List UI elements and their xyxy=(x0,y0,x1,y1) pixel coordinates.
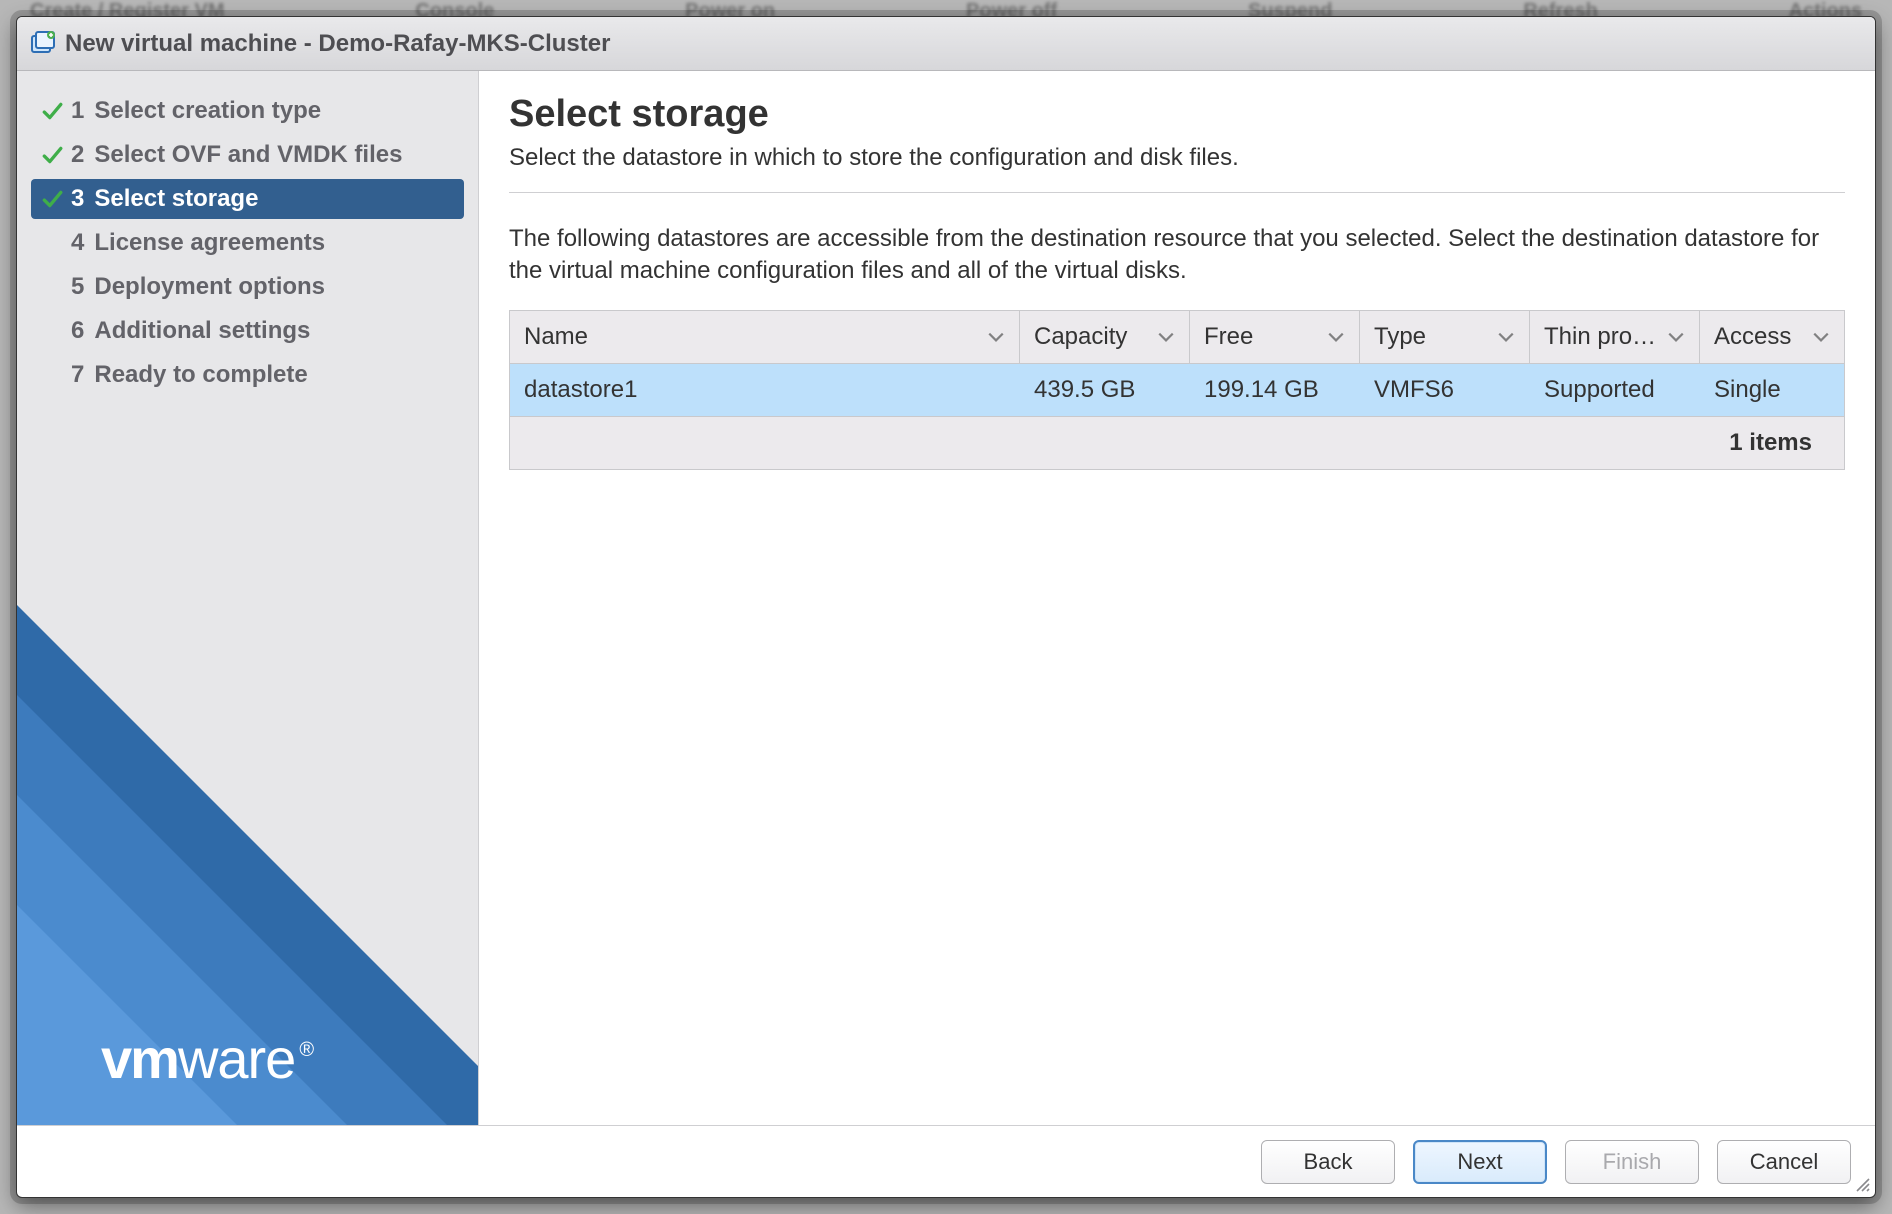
cell-thin: Supported xyxy=(1530,364,1700,416)
page-title: Select storage xyxy=(509,93,1845,136)
back-button[interactable]: Back xyxy=(1261,1140,1395,1184)
table-footer: 1 items xyxy=(510,417,1844,469)
cancel-button[interactable]: Cancel xyxy=(1717,1140,1851,1184)
column-header-access[interactable]: Access xyxy=(1700,311,1844,363)
wizard-content: Select storage Select the datastore in w… xyxy=(479,71,1875,1125)
wizard-step-2[interactable]: 2 Select OVF and VMDK files xyxy=(31,135,464,175)
step-number: 1 xyxy=(71,97,84,125)
step-label: Select OVF and VMDK files xyxy=(94,141,402,169)
cell-type: VMFS6 xyxy=(1360,364,1530,416)
finish-button: Finish xyxy=(1565,1140,1699,1184)
wizard-sidebar: 1 Select creation type 2 Select OVF and VMD… xyxy=(17,71,479,1125)
step-number: 5 xyxy=(71,273,84,301)
step-number: 4 xyxy=(71,229,84,257)
wizard-step-6[interactable]: 6 Additional settings xyxy=(31,311,464,351)
column-header-type[interactable]: Type xyxy=(1360,311,1530,363)
cell-capacity: 439.5 GB xyxy=(1020,364,1190,416)
step-label: Ready to complete xyxy=(94,361,307,389)
column-header-free[interactable]: Free xyxy=(1190,311,1360,363)
next-button[interactable]: Next xyxy=(1413,1140,1547,1184)
chevron-down-icon xyxy=(1667,328,1685,346)
wizard-step-1[interactable]: 1 Select creation type xyxy=(31,91,464,131)
cell-name: datastore1 xyxy=(510,364,1020,416)
chevron-down-icon xyxy=(1157,328,1175,346)
dialog-title-bar: New virtual machine - Demo-Rafay-MKS-Clu… xyxy=(17,17,1875,71)
step-label: Select creation type xyxy=(94,97,321,125)
wizard-step-7[interactable]: 7 Ready to complete xyxy=(31,355,464,395)
wizard-step-3[interactable]: 3 Select storage xyxy=(31,179,464,219)
check-icon xyxy=(41,100,63,122)
wizard-step-4[interactable]: 4 License agreements xyxy=(31,223,464,263)
chevron-down-icon xyxy=(987,328,1005,346)
check-icon xyxy=(41,188,63,210)
chevron-down-icon xyxy=(1812,328,1830,346)
page-subtitle: Select the datastore in which to store t… xyxy=(509,144,1845,193)
table-header: Name Capacity Free Type xyxy=(510,311,1844,364)
step-number: 7 xyxy=(71,361,84,389)
step-number: 6 xyxy=(71,317,84,345)
cell-access: Single xyxy=(1700,364,1844,416)
check-icon xyxy=(41,144,63,166)
wizard-step-5[interactable]: 5 Deployment options xyxy=(31,267,464,307)
datastore-table: Name Capacity Free Type xyxy=(509,310,1845,470)
dialog-footer: Back Next Finish Cancel xyxy=(17,1125,1875,1197)
decorative-triangles xyxy=(17,505,479,1125)
vmware-logo: vmware® xyxy=(101,1026,313,1091)
chevron-down-icon xyxy=(1497,328,1515,346)
chevron-down-icon xyxy=(1327,328,1345,346)
resize-grip-icon[interactable] xyxy=(1855,1177,1871,1193)
column-header-capacity[interactable]: Capacity xyxy=(1020,311,1190,363)
table-row[interactable]: datastore1 439.5 GB 199.14 GB VMFS6 Supp… xyxy=(510,364,1844,417)
page-description: The following datastores are accessible … xyxy=(509,223,1845,288)
step-number: 2 xyxy=(71,141,84,169)
step-label: Deployment options xyxy=(94,273,325,301)
step-label: License agreements xyxy=(94,229,325,257)
dialog-title: New virtual machine - Demo-Rafay-MKS-Clu… xyxy=(65,30,610,58)
column-header-name[interactable]: Name xyxy=(510,311,1020,363)
step-label: Additional settings xyxy=(94,317,310,345)
cell-free: 199.14 GB xyxy=(1190,364,1360,416)
dialog-new-vm: New virtual machine - Demo-Rafay-MKS-Clu… xyxy=(16,16,1876,1198)
column-header-thin-provisioning[interactable]: Thin pro… xyxy=(1530,311,1700,363)
vm-icon xyxy=(29,30,57,58)
step-number: 3 xyxy=(71,185,84,213)
step-label: Select storage xyxy=(94,185,258,213)
